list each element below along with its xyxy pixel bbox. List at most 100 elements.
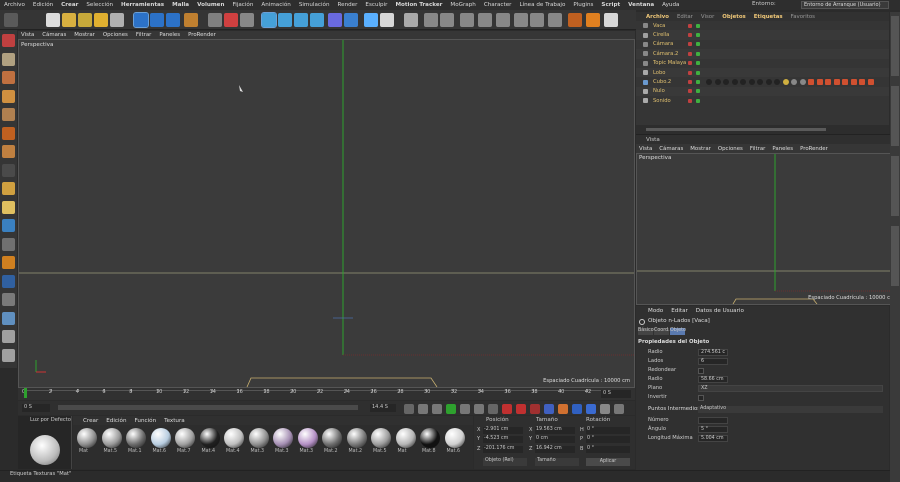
menu-17[interactable]: Script (601, 2, 620, 8)
material-swatch[interactable] (444, 428, 465, 448)
extrude-icon[interactable] (514, 13, 528, 27)
light-icon[interactable] (380, 13, 394, 27)
attr-value[interactable]: 6 (698, 358, 728, 365)
side-tab[interactable] (891, 156, 899, 216)
playhead[interactable] (24, 388, 27, 398)
menu-7[interactable]: Fijación (232, 2, 253, 8)
move-icon[interactable] (62, 13, 76, 27)
lock-icon[interactable] (2, 348, 15, 362)
sculpt-mode-icon[interactable] (2, 219, 15, 232)
menu-0[interactable]: Archivo (4, 2, 25, 8)
viewport-menu-4[interactable]: Filtrar (136, 32, 152, 38)
snap-mode-icon[interactable] (2, 182, 15, 195)
side-tab[interactable] (891, 226, 899, 286)
enabled-check[interactable] (696, 51, 700, 56)
enabled-check[interactable] (696, 42, 700, 47)
object-row[interactable]: Lobo (636, 68, 889, 78)
viewport-menu-5[interactable]: Paneles (159, 32, 180, 38)
goto-start-icon[interactable] (404, 404, 414, 414)
object-row[interactable]: Topic Malaya (636, 59, 889, 68)
play-icon[interactable] (446, 404, 456, 414)
material-menu-2[interactable]: Función (135, 418, 157, 424)
attr2-value[interactable]: 5.004 cm (698, 435, 728, 442)
scroll-thumb[interactable] (646, 128, 826, 131)
tag-icon[interactable] (748, 79, 755, 86)
attr-tab-2[interactable]: Objeto (670, 328, 686, 335)
size-field[interactable]: 0 cm (535, 436, 575, 444)
y-axis-icon[interactable] (150, 13, 164, 27)
viewport-perspective[interactable]: Perspectiva Espaciado Cuadrícula : 10000… (18, 39, 635, 388)
material-swatch[interactable] (395, 428, 416, 448)
render-view-icon[interactable] (224, 13, 238, 27)
material-icon[interactable] (586, 13, 600, 27)
attr-checkbox[interactable] (698, 368, 704, 374)
coordinate-icon[interactable] (184, 13, 198, 27)
attr-value[interactable]: 58.66 cm (698, 376, 728, 383)
menu-4[interactable]: Herramientas (121, 2, 164, 8)
visibility-flag[interactable] (688, 23, 692, 28)
rot-field[interactable]: 0 ° (586, 427, 630, 434)
object-tab-4[interactable]: Etiquetas (754, 14, 783, 20)
cube-icon[interactable] (261, 12, 277, 28)
visibility-flag[interactable] (688, 80, 692, 85)
attr-menu-0[interactable]: Modo (648, 308, 663, 314)
render-region-icon[interactable] (208, 13, 222, 27)
tag-icon[interactable] (782, 79, 789, 86)
object-row[interactable]: Sonido (636, 96, 889, 105)
visibility-flag[interactable] (688, 61, 692, 66)
object-tab-3[interactable]: Objetos (722, 14, 745, 20)
attr-menu-1[interactable]: Editar (671, 308, 688, 314)
tag-icon[interactable] (799, 79, 806, 86)
object-row[interactable]: Vaca (636, 21, 889, 30)
undo-icon[interactable] (4, 13, 18, 27)
material-swatch[interactable] (273, 428, 293, 448)
tag-icon[interactable] (816, 79, 823, 86)
side-tab[interactable] (891, 86, 899, 146)
scale-key-icon[interactable] (558, 404, 568, 414)
object-row[interactable]: Nulo (636, 86, 889, 97)
tag-icon[interactable] (842, 79, 848, 86)
object-row[interactable]: Cámara (636, 40, 889, 49)
solo-mode-icon[interactable] (2, 237, 15, 251)
timeline[interactable]: 0246810121416182022242628303234363840420… (18, 388, 635, 400)
material-menu-1[interactable]: Edición (106, 418, 126, 424)
object-tab-2[interactable]: Visor (701, 14, 714, 20)
recent-tool-icon[interactable] (110, 13, 124, 27)
select-icon[interactable] (46, 13, 60, 27)
record-icon[interactable] (502, 404, 512, 414)
subdivision-icon[interactable] (294, 13, 308, 27)
tweak-mode-icon[interactable] (2, 200, 15, 214)
viewport-menu-3[interactable]: Opciones (103, 32, 128, 38)
visibility-flag[interactable] (688, 42, 692, 47)
viewport2-menu-6[interactable]: ProRender (800, 146, 828, 152)
menu-10[interactable]: Render (338, 2, 358, 8)
tag-icon[interactable] (731, 79, 738, 86)
enabled-check[interactable] (696, 80, 700, 85)
material-swatch[interactable] (248, 428, 269, 448)
menu-12[interactable]: Motion Tracker (395, 2, 442, 8)
menu-9[interactable]: Simulación (299, 2, 330, 8)
menu-16[interactable]: Plugins (573, 2, 593, 8)
layer-icon[interactable] (2, 293, 15, 306)
material-swatch[interactable] (126, 428, 146, 448)
pos-field[interactable]: -4.523 cm (483, 436, 523, 444)
section2-select[interactable]: Adaptativo (698, 406, 883, 413)
knife-icon[interactable] (496, 13, 510, 27)
viewport2-menu-3[interactable]: Opciones (718, 146, 743, 152)
model-mode-icon[interactable] (2, 34, 15, 47)
globe-icon[interactable] (2, 311, 15, 325)
pos-field[interactable]: -2.901 cm (483, 427, 523, 434)
visibility-flag[interactable] (688, 70, 692, 75)
material-menu-0[interactable]: Crear (83, 418, 98, 424)
material-swatch[interactable] (150, 428, 171, 448)
material-swatch[interactable] (199, 428, 220, 448)
menu-19[interactable]: Ayuda (662, 2, 679, 8)
tag-icon[interactable] (859, 79, 865, 86)
menu-18[interactable]: Ventana (628, 2, 654, 8)
object-tab-5[interactable]: Favoritos (791, 14, 815, 20)
viewport2-menu-2[interactable]: Mostrar (690, 146, 711, 152)
move-key-icon[interactable] (544, 404, 554, 414)
z-axis-icon[interactable] (166, 13, 180, 27)
rot-field[interactable]: 0 ° (586, 445, 630, 453)
timeline-end-field[interactable]: 0 S (601, 390, 631, 398)
